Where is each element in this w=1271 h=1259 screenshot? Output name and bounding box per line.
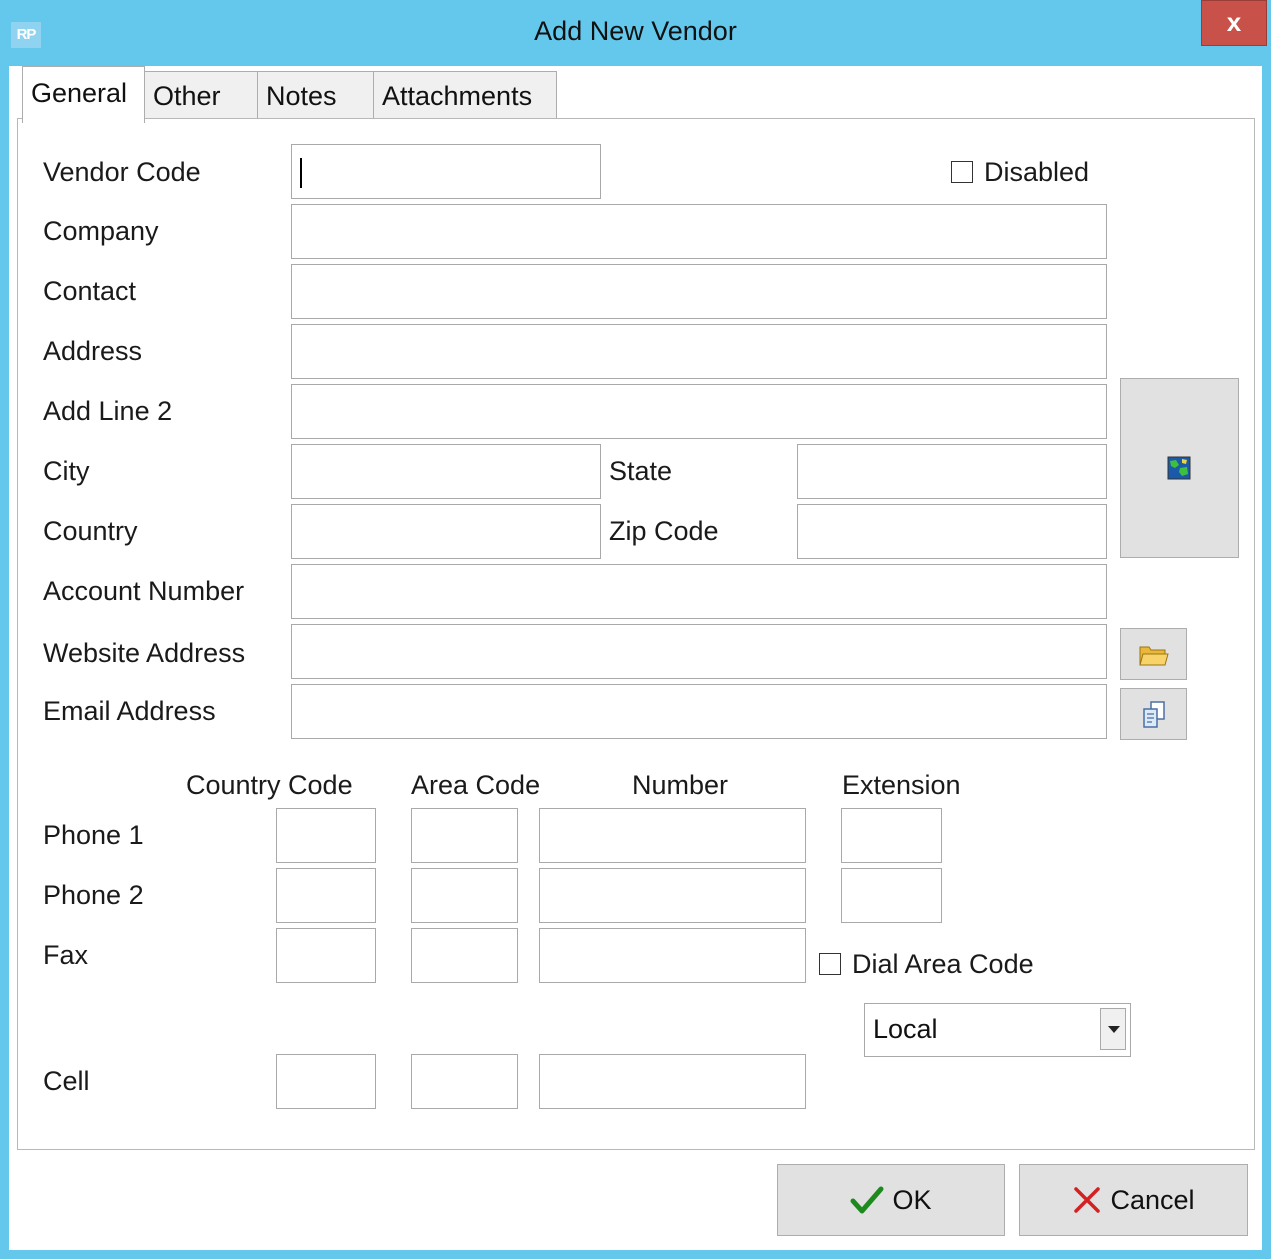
text-caret	[300, 158, 302, 188]
state-label: State	[609, 456, 673, 486]
tab-notes[interactable]: Notes	[257, 71, 374, 119]
fax-label: Fax	[43, 940, 89, 970]
fax-country-code-input[interactable]	[276, 928, 376, 983]
window-title: Add New Vendor	[534, 16, 737, 46]
email-label: Email Address	[43, 696, 216, 726]
tab-general[interactable]: General	[22, 66, 145, 123]
account-number-input[interactable]	[291, 564, 1107, 619]
fax-number-input[interactable]	[539, 928, 806, 983]
general-tab-panel: Vendor Code Disabled Company Contact Add…	[17, 118, 1255, 1150]
dialog-client: General Other Notes Attachments Vendor C…	[9, 66, 1262, 1250]
vendor-code-input[interactable]	[291, 144, 601, 199]
extension-header: Extension	[842, 770, 961, 800]
phone2-label: Phone 2	[43, 880, 144, 910]
address-input[interactable]	[291, 324, 1107, 379]
open-website-button[interactable]	[1120, 628, 1187, 680]
folder-icon	[1139, 646, 1169, 666]
company-label: Company	[43, 216, 159, 246]
city-label: City	[43, 456, 90, 486]
contact-label: Contact	[43, 276, 137, 306]
zip-code-input[interactable]	[797, 504, 1107, 559]
area-code-header: Area Code	[411, 770, 541, 800]
state-input[interactable]	[797, 444, 1107, 499]
phone1-area-code-input[interactable]	[411, 808, 518, 863]
account-number-label: Account Number	[43, 576, 245, 606]
map-button[interactable]	[1120, 378, 1239, 558]
zip-code-label: Zip Code	[609, 516, 719, 546]
map-icon	[1167, 456, 1191, 480]
vendor-code-label: Vendor Code	[43, 157, 201, 187]
phone2-number-input[interactable]	[539, 868, 806, 923]
cell-country-code-input[interactable]	[276, 1054, 376, 1109]
title-bar[interactable]: RP Add New Vendor x	[0, 0, 1271, 66]
tab-attachments[interactable]: Attachments	[373, 71, 557, 119]
company-input[interactable]	[291, 204, 1107, 259]
checkmark-icon	[850, 1186, 884, 1214]
country-code-header: Country Code	[186, 770, 353, 800]
website-label: Website Address	[43, 638, 246, 668]
send-email-button[interactable]	[1120, 688, 1187, 740]
cell-number-input[interactable]	[539, 1054, 806, 1109]
dial-mode-value: Local	[873, 1014, 938, 1044]
phone2-extension-input[interactable]	[841, 868, 942, 923]
cancel-label: Cancel	[1110, 1184, 1195, 1215]
fax-area-code-input[interactable]	[411, 928, 518, 983]
phone2-area-code-input[interactable]	[411, 868, 518, 923]
phone1-number-input[interactable]	[539, 808, 806, 863]
ok-button[interactable]: OK	[777, 1164, 1005, 1236]
phone1-label: Phone 1	[43, 820, 144, 850]
disabled-checkbox[interactable]	[951, 161, 973, 183]
address-line2-label: Add Line 2	[43, 396, 173, 426]
ok-label: OK	[892, 1184, 932, 1215]
dialog-window: RP Add New Vendor x General Other Notes …	[0, 0, 1271, 1259]
cancel-x-icon	[1074, 1187, 1101, 1213]
country-label: Country	[43, 516, 138, 546]
number-header: Number	[632, 770, 729, 800]
country-input[interactable]	[291, 504, 601, 559]
phone1-country-code-input[interactable]	[276, 808, 376, 863]
dial-area-code-checkbox[interactable]	[819, 953, 841, 975]
dial-area-code-label: Dial Area Code	[852, 949, 1034, 979]
phone1-extension-input[interactable]	[841, 808, 942, 863]
website-input[interactable]	[291, 624, 1107, 679]
address-label: Address	[43, 336, 143, 366]
address-line2-input[interactable]	[291, 384, 1107, 439]
contact-input[interactable]	[291, 264, 1107, 319]
cell-label: Cell	[43, 1066, 90, 1096]
close-button[interactable]: x	[1201, 0, 1267, 46]
tab-other[interactable]: Other	[144, 71, 258, 119]
dial-mode-select[interactable]: Local	[864, 1003, 1131, 1057]
disabled-label: Disabled	[984, 157, 1090, 187]
cancel-button[interactable]: Cancel	[1019, 1164, 1248, 1236]
email-input[interactable]	[291, 684, 1107, 739]
chevron-down-icon[interactable]	[1100, 1008, 1126, 1050]
cell-area-code-input[interactable]	[411, 1054, 518, 1109]
city-input[interactable]	[291, 444, 601, 499]
phone2-country-code-input[interactable]	[276, 868, 376, 923]
copy-pages-icon	[1143, 701, 1165, 728]
